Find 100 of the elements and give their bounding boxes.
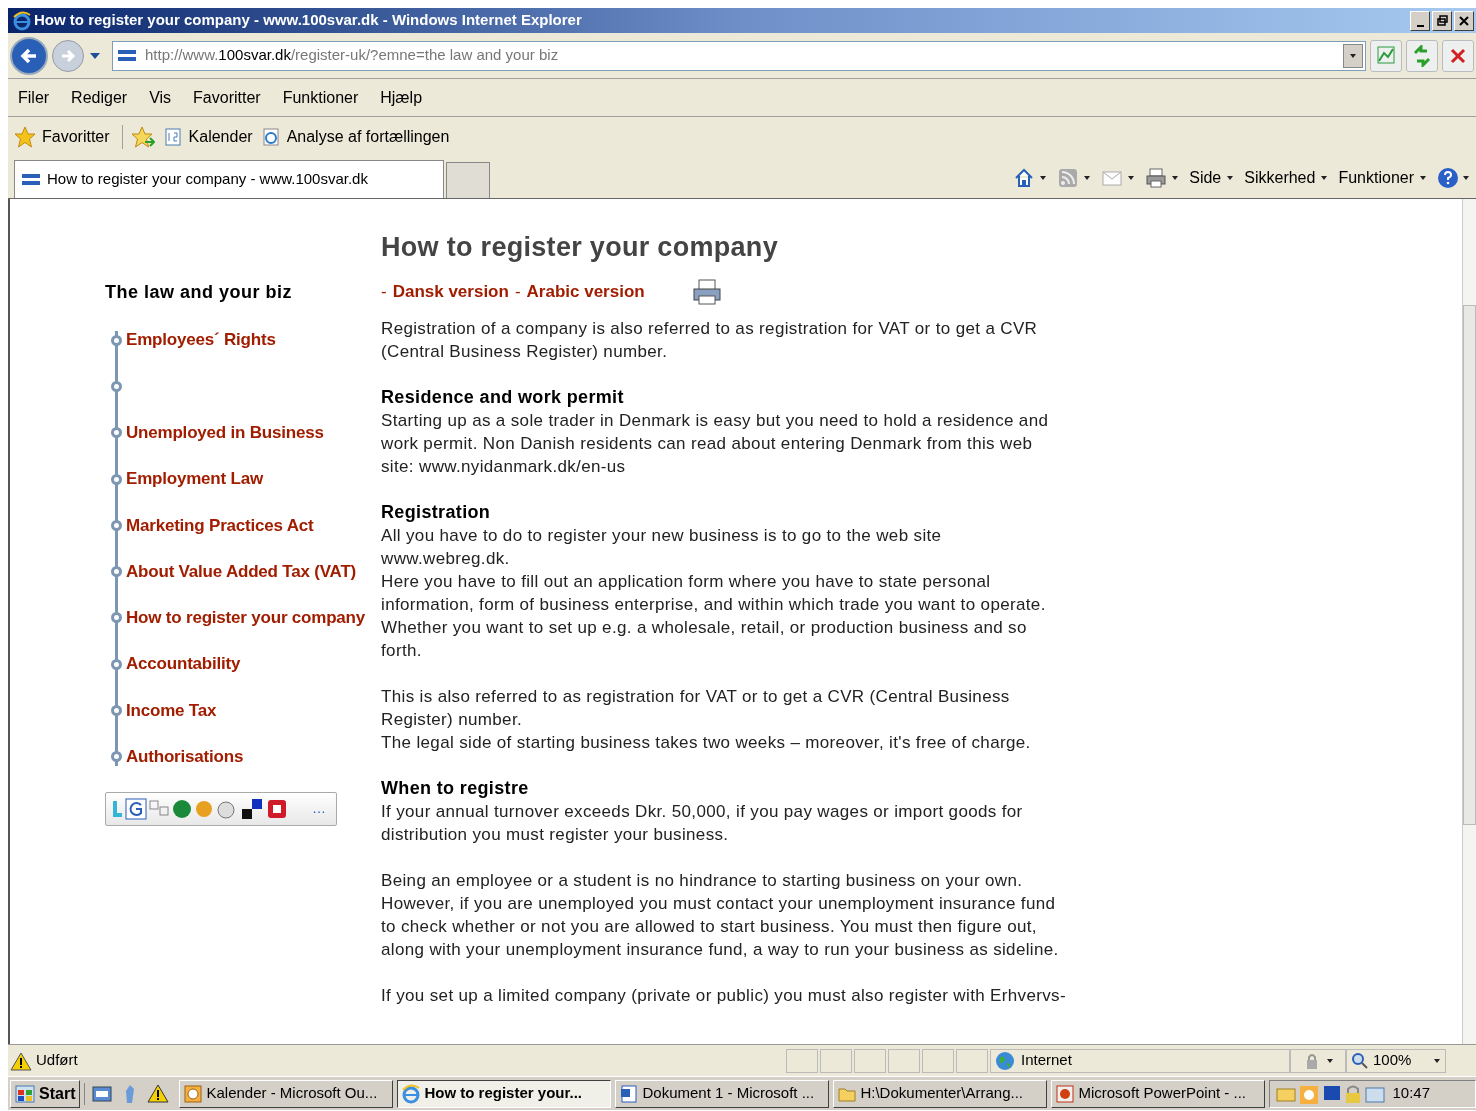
document-icon	[619, 1083, 640, 1104]
stop-button[interactable]	[1442, 39, 1474, 72]
menu-item[interactable]: Filer	[18, 85, 50, 110]
share-toolbar[interactable]: …	[105, 791, 337, 826]
timeline-node	[111, 519, 122, 531]
print-button[interactable]	[690, 278, 723, 306]
separator-dash: -	[381, 281, 387, 304]
start-button[interactable]: Start	[10, 1079, 81, 1108]
windows-logo-icon	[15, 1084, 35, 1103]
minimize-button[interactable]	[1410, 10, 1430, 31]
minimize-icon	[1416, 24, 1424, 27]
clock-text: 10:47	[1392, 1083, 1430, 1104]
taskbar-button[interactable]: Microsoft PowerPoint - ...	[1051, 1079, 1266, 1108]
taskbar-button[interactable]: Kalender - Microsoft Ou...	[179, 1079, 394, 1108]
sidebar-link[interactable]: Authorisations	[126, 744, 244, 770]
caret-icon	[1419, 175, 1427, 181]
caret-icon	[1039, 175, 1048, 181]
sidebar-link[interactable]: Employment Law	[126, 466, 263, 492]
body-paragraph: If you set up a limited company (private or public) you must also register with Erhvervs-	[381, 985, 1067, 1007]
timeline-node	[111, 380, 122, 392]
ie-page-icon	[260, 127, 281, 147]
printer-button[interactable]	[1145, 167, 1180, 189]
menu-item[interactable]: Vis	[149, 85, 172, 110]
close-button[interactable]	[1454, 10, 1474, 31]
sidebar-link[interactable]: How to register your company	[126, 605, 366, 631]
caret-icon	[1462, 175, 1470, 181]
sidebar-link[interactable]: Income Tax	[126, 697, 217, 724]
caret-icon	[1127, 175, 1136, 181]
body-paragraph: Starting up as a sole trader in Denmark is easy but you need to hold a residence and work permit. Non Danish residents can read about entering Denmark from this web site: www.nyidanmark.dk/en-us	[381, 410, 1050, 478]
command-menu[interactable]: Side	[1189, 166, 1235, 190]
menu-item[interactable]: Rediger	[71, 85, 128, 110]
caret-icon	[1433, 1057, 1441, 1064]
section-heading: When to registre	[381, 777, 530, 800]
timeline-node	[111, 427, 122, 439]
sidebar-link[interactable]: Employees´ Rights	[126, 327, 276, 353]
taskbar-button[interactable]: Dokument 1 - Microsoft ...	[615, 1079, 830, 1108]
home-button[interactable]	[1013, 167, 1048, 189]
menu-item[interactable]: Hjælp	[380, 85, 423, 110]
sidebar-link[interactable]: Marketing Practices Act	[126, 512, 314, 539]
restore-button[interactable]	[1432, 10, 1452, 31]
refresh-button[interactable]	[1406, 39, 1438, 72]
status-text: Udført	[36, 1050, 79, 1071]
caret-icon	[1083, 175, 1092, 181]
new-tab-button[interactable]	[446, 162, 490, 198]
back-button[interactable]	[10, 36, 48, 75]
body-paragraph: Registration of a company is also referred to as registration for VAT or to get a CVR (Central Business Register) number.	[381, 318, 1039, 363]
scrollbar[interactable]	[1462, 199, 1476, 1044]
timeline-node	[111, 705, 122, 716]
scrollbar-thumb[interactable]	[1463, 305, 1476, 825]
timeline-node	[111, 566, 122, 578]
browser-tab[interactable]: How to register your company - www.100svar.dk	[14, 160, 444, 198]
warning-icon	[147, 1082, 170, 1105]
clock-icon	[183, 1083, 204, 1104]
command-menu[interactable]: Funktioner	[1338, 166, 1427, 190]
favorites-button[interactable]: Favoritter	[14, 125, 123, 149]
caret-icon	[1226, 175, 1235, 181]
close-icon	[1458, 14, 1470, 27]
warning-icon	[10, 1050, 32, 1071]
ie-logo-icon	[401, 1083, 422, 1104]
address-field[interactable]: http://www.100svar.dk/register-uk/?emne=the law and your biz	[112, 40, 1366, 71]
favorites-link[interactable]: Analyse af fortællingen	[260, 125, 450, 149]
help-icon	[1437, 167, 1459, 189]
language-link[interactable]: Arabic version	[526, 279, 645, 305]
language-link[interactable]: Dansk version	[392, 279, 509, 305]
globe-icon	[995, 1050, 1015, 1071]
menu-item[interactable]: Favoritter	[193, 85, 261, 110]
caret-icon	[1349, 52, 1357, 59]
warning-launcher[interactable]	[147, 1082, 170, 1105]
presentation-icon	[1055, 1083, 1076, 1104]
zoom-button[interactable]: 100%	[1346, 1048, 1446, 1073]
ie-logo-icon	[12, 10, 32, 31]
url-text: http://www.100svar.dk/register-uk/?emne=the law and your biz	[145, 45, 559, 66]
page-title: How to register your company	[381, 230, 779, 264]
separator-dash: -	[514, 281, 521, 304]
caret-icon	[1320, 175, 1329, 181]
add-favorite-button[interactable]	[130, 126, 155, 148]
body-paragraph: If your annual turnover exceeds Dkr. 50,000, if you pay wages or import goods for distribution you must register your business.	[381, 801, 1024, 846]
body-paragraph: All you have to do to register your new business is to go to the web site www.webreg.dk. Here you have to fill out an application form where you have to state personal information, form of business enterprise, and within which trade you want to operate. Whether you want to set up e.g. a wholesale, retail, or production business and so forth.	[381, 525, 1047, 662]
timeline-node	[111, 751, 122, 763]
taskbar-button[interactable]: H:\Dokumenter\Arrang...	[833, 1079, 1048, 1108]
sidebar-link[interactable]: Unemployed in Business	[126, 420, 324, 446]
command-menu[interactable]: Sikkerhed	[1244, 166, 1329, 190]
window-title: How to register your company - www.100svar.dk - Windows Internet Explorer	[34, 10, 582, 31]
restore-icon	[1436, 14, 1448, 27]
sidebar-link[interactable]: About Value Added Tax (VAT)	[126, 558, 357, 585]
magnifier-icon	[1351, 1051, 1369, 1070]
address-dropdown-button[interactable]	[1343, 43, 1363, 68]
menu-item[interactable]: Funktioner	[282, 85, 359, 110]
sidebar-heading: The law and your biz	[105, 280, 294, 304]
status-panel	[922, 1048, 954, 1073]
taskbar-button[interactable]: How to register your...	[397, 1079, 612, 1108]
star-icon	[14, 126, 36, 148]
body-paragraph: Being an employee or a student is no hindrance to starting business on your own. However, if you are unemployed you must contact your unemployment insurance fund to check whether or not you are allowed to start business. You must then figure out, along with your unemployment insurance fund, a way to run your business as sideline.	[381, 870, 1060, 961]
compatibility-button[interactable]	[1370, 39, 1402, 72]
favorites-link[interactable]: Kalender	[162, 125, 253, 149]
help-button[interactable]	[1437, 167, 1470, 189]
sidebar-link[interactable]: Accountability	[126, 651, 241, 677]
calendar-page-icon	[162, 127, 183, 147]
caret-icon	[1171, 175, 1180, 181]
zone-text: Internet	[1021, 1050, 1072, 1071]
